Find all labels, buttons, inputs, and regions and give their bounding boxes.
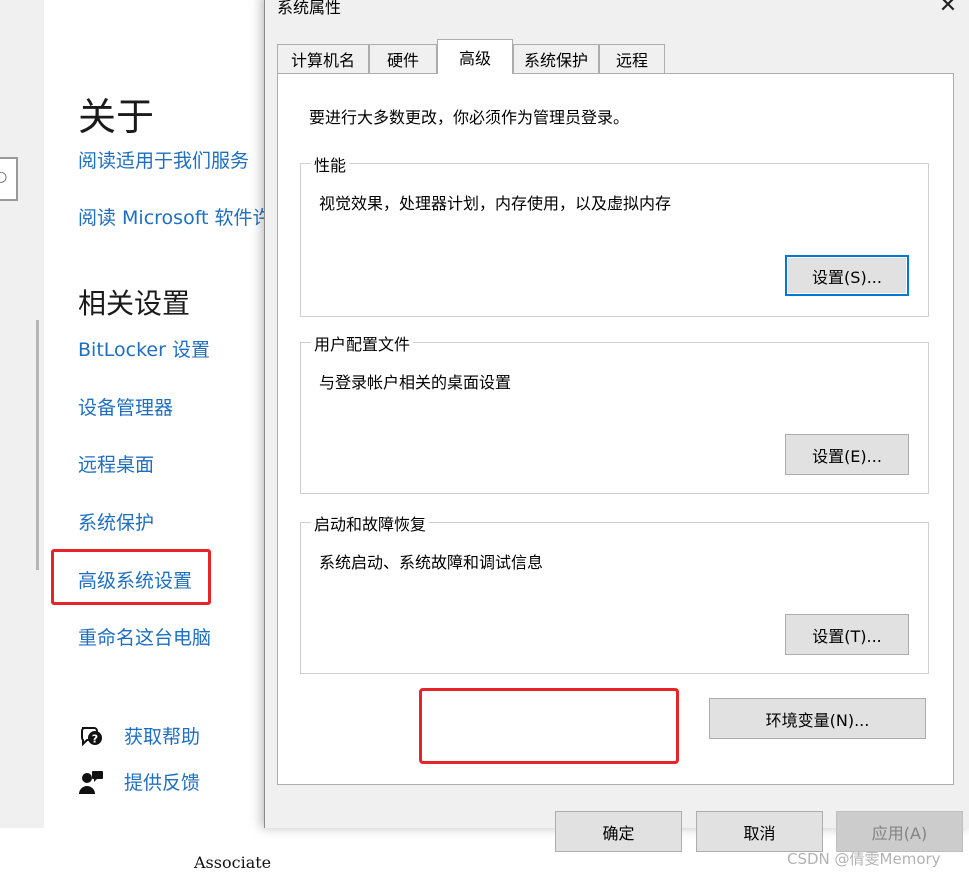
ok-button[interactable]: 确定 xyxy=(555,811,682,852)
watermark: CSDN @倩雯Memory xyxy=(787,850,941,868)
tab-computer-name[interactable]: 计算机名 xyxy=(277,44,369,73)
admin-note: 要进行大多数更改，你必须作为管理员登录。 xyxy=(309,108,630,127)
search-box[interactable]: ○ xyxy=(0,157,18,201)
svg-text:?: ? xyxy=(92,732,98,745)
help-chat-icon: ? xyxy=(81,726,102,746)
cancel-button[interactable]: 取消 xyxy=(696,811,823,852)
advanced-tab-page: 要进行大多数更改，你必须作为管理员登录。 性能 视觉效果，处理器计划，内存使用，… xyxy=(277,73,954,785)
scrollbar[interactable] xyxy=(36,320,39,570)
startup-recovery-settings-button[interactable]: 设置(T)... xyxy=(785,614,909,655)
link-bitlocker[interactable]: BitLocker 设置 xyxy=(78,335,210,362)
link-system-protection[interactable]: 系统保护 xyxy=(78,508,154,535)
get-help-row[interactable]: ? 获取帮助 xyxy=(78,722,200,749)
link-rename-pc[interactable]: 重命名这台电脑 xyxy=(78,623,211,650)
highlight-box-env xyxy=(419,688,679,764)
tab-advanced[interactable]: 高级 xyxy=(437,39,513,74)
tab-system-protection[interactable]: 系统保护 xyxy=(513,44,599,73)
link-device-manager[interactable]: 设备管理器 xyxy=(78,393,173,420)
highlight-box-advanced xyxy=(51,549,211,605)
startup-recovery-group: 启动和故障恢复 系统启动、系统故障和调试信息 设置(T)... xyxy=(300,511,929,674)
feedback-row[interactable]: 提供反馈 xyxy=(78,768,200,795)
performance-group: 性能 视觉效果，处理器计划，内存使用，以及虚拟内存 设置(S)... xyxy=(300,152,929,317)
user-profiles-group: 用户配置文件 与登录帐户相关的桌面设置 设置(E)... xyxy=(300,331,929,494)
user-profiles-desc: 与登录帐户相关的桌面设置 xyxy=(319,373,512,392)
link-remote-desktop[interactable]: 远程桌面 xyxy=(78,450,154,477)
environment-variables-button[interactable]: 环境变量(N)... xyxy=(709,698,926,739)
performance-desc: 视觉效果，处理器计划，内存使用，以及虚拟内存 xyxy=(319,194,672,213)
user-profiles-group-label: 用户配置文件 xyxy=(311,331,414,355)
user-profiles-settings-button[interactable]: 设置(E)... xyxy=(785,434,909,475)
tab-hardware[interactable]: 硬件 xyxy=(369,44,437,73)
link-license-terms[interactable]: 阅读 Microsoft 软件许 xyxy=(78,203,272,230)
feedback-person-icon xyxy=(79,770,103,794)
dialog-title: 系统属性 xyxy=(277,0,342,17)
performance-group-label: 性能 xyxy=(311,152,350,176)
tab-remote[interactable]: 远程 xyxy=(599,44,665,73)
link-service-agreement[interactable]: 阅读适用于我们服务 xyxy=(78,146,249,173)
related-settings-title: 相关设置 xyxy=(78,287,191,320)
about-title: 关于 xyxy=(78,95,155,139)
associate-text: Associate xyxy=(194,853,272,872)
performance-settings-button[interactable]: 设置(S)... xyxy=(785,255,909,296)
feedback-label: 提供反馈 xyxy=(124,772,201,794)
startup-recovery-desc: 系统启动、系统故障和调试信息 xyxy=(319,553,544,572)
startup-recovery-group-label: 启动和故障恢复 xyxy=(311,511,430,535)
search-icon: ○ xyxy=(0,169,8,185)
apply-button[interactable]: 应用(A) xyxy=(836,811,963,852)
get-help-label: 获取帮助 xyxy=(124,726,201,748)
close-icon[interactable]: ✕ xyxy=(934,0,962,18)
